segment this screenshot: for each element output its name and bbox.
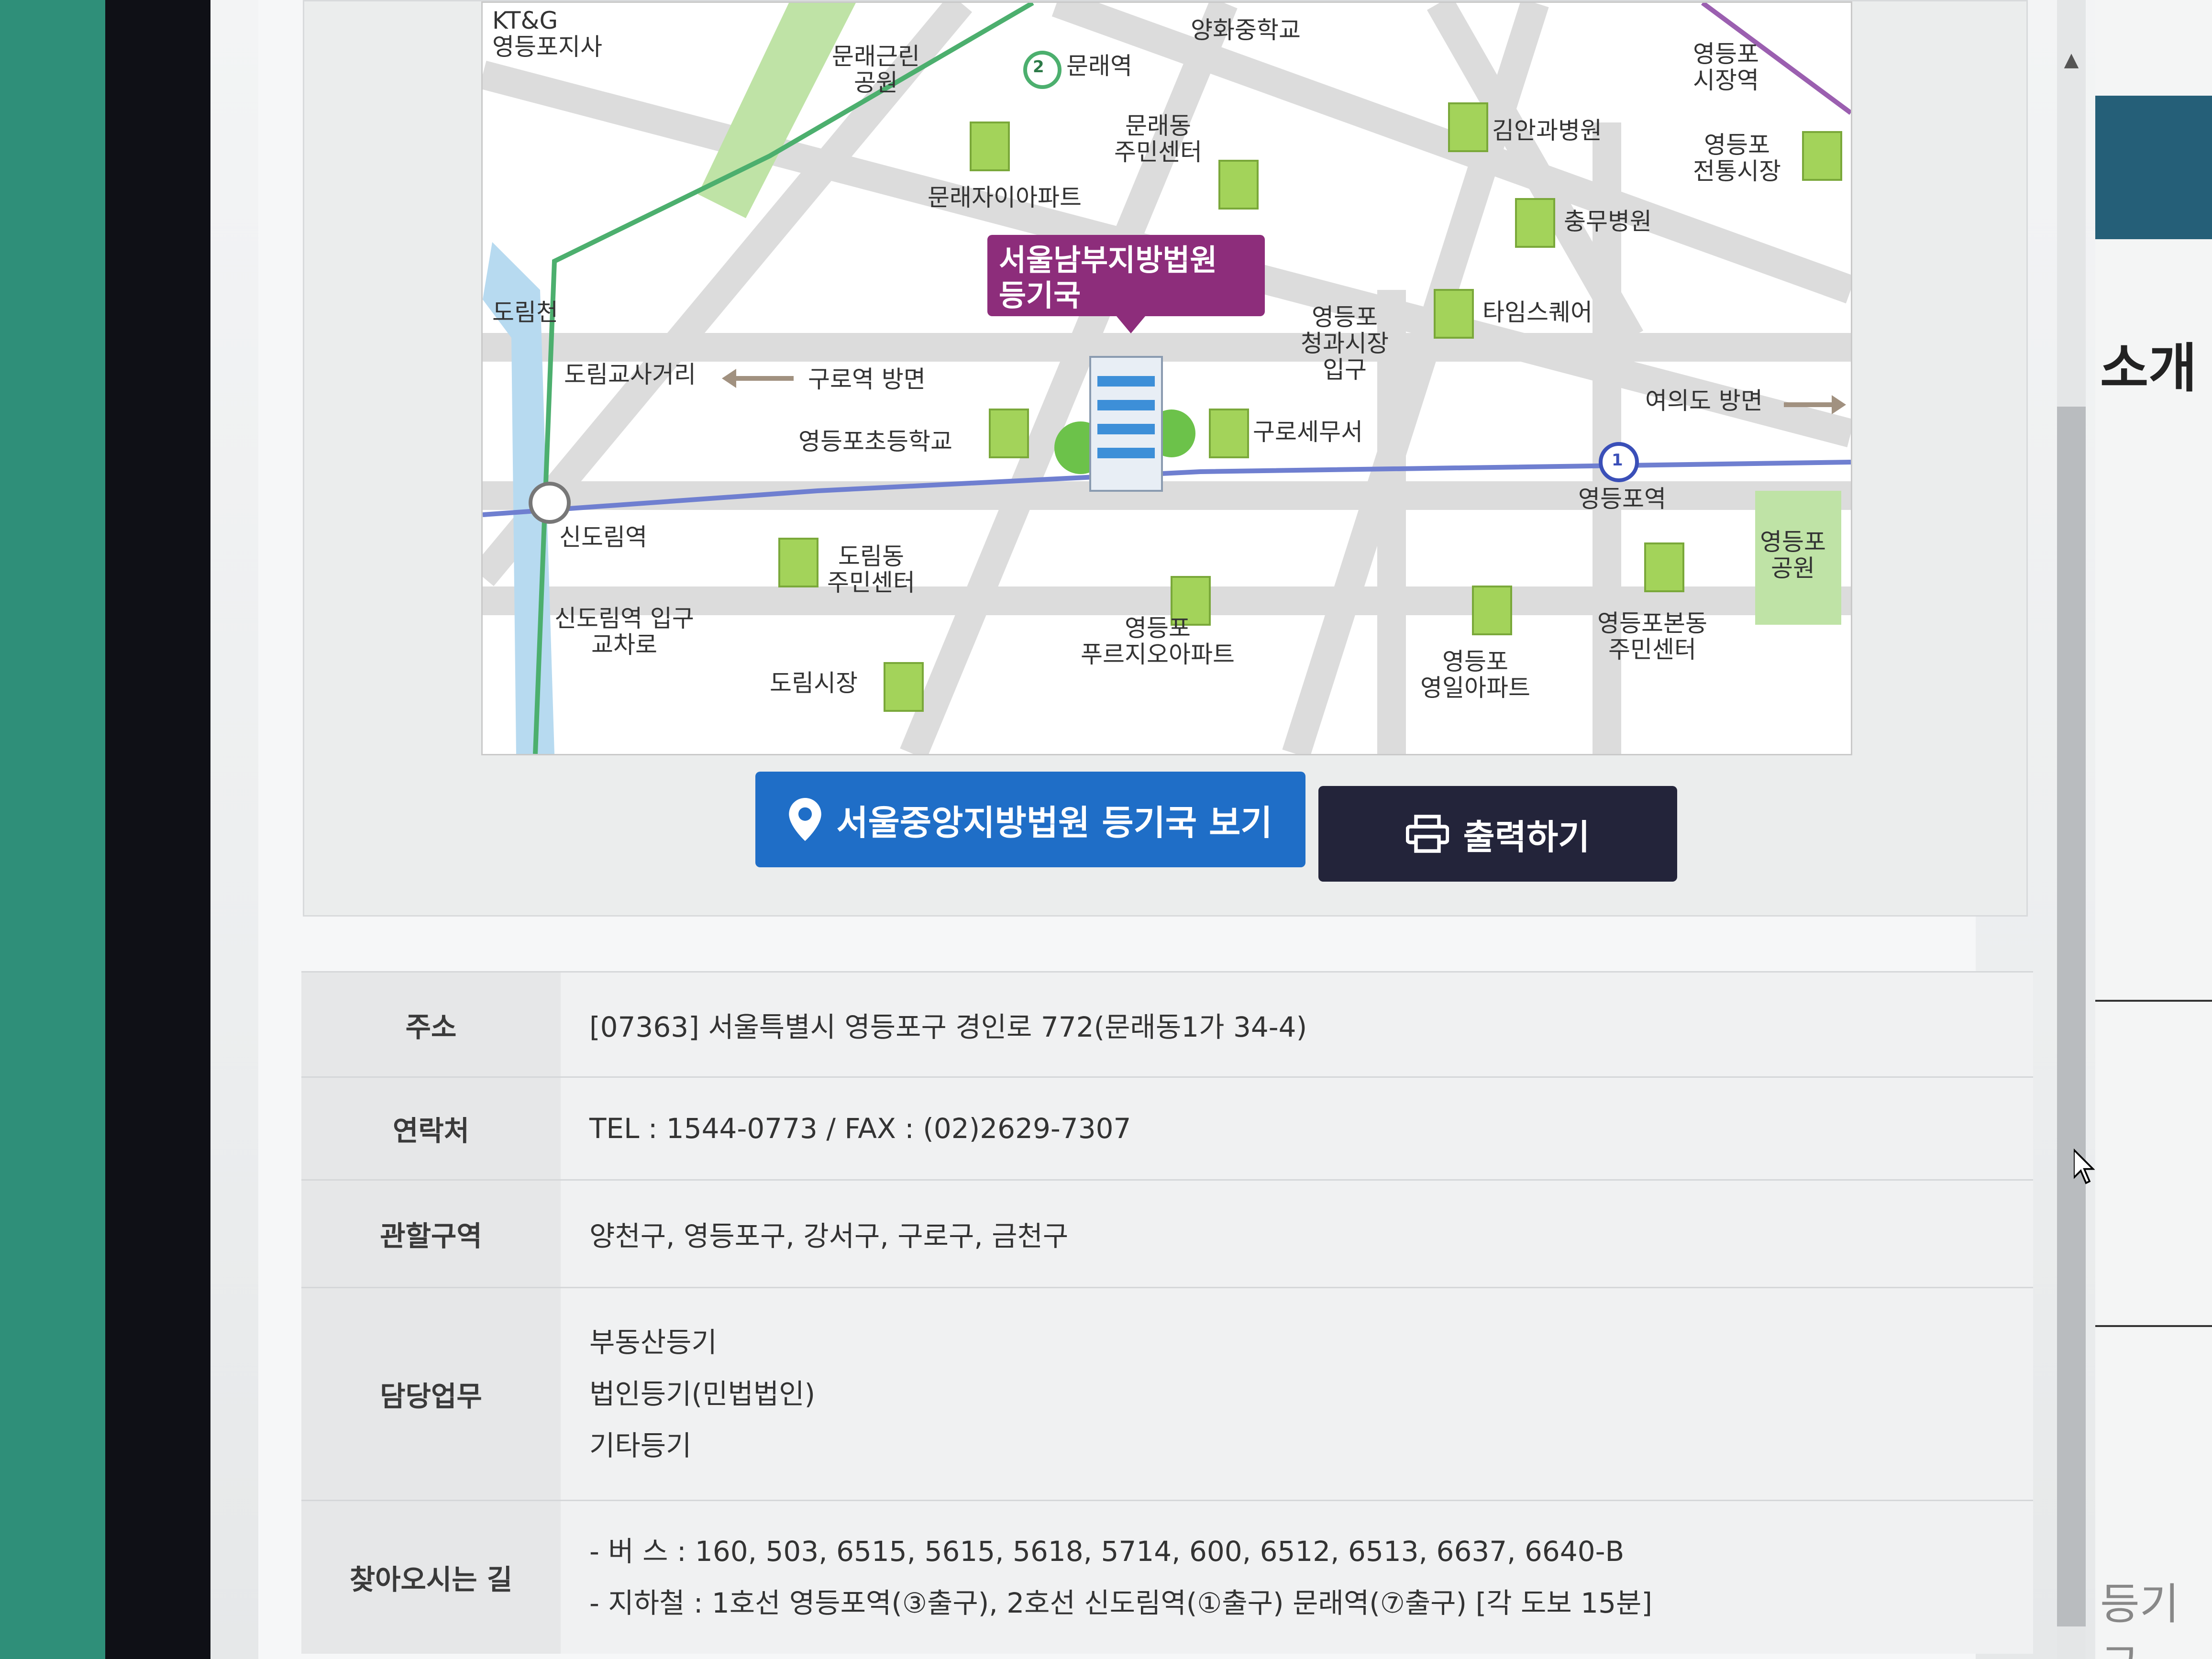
map-label-doriimcheon: 도림천 bbox=[492, 299, 558, 326]
address-label: 주소 bbox=[301, 971, 561, 1077]
divider bbox=[2095, 1325, 2212, 1327]
scrollbar-thumb[interactable] bbox=[2057, 407, 2086, 1626]
map-label-yeouido-direction: 여의도 방면 bbox=[1645, 387, 1763, 415]
registry-info-table: 주소 [07363] 서울특별시 영등포구 경인로 772(문래동1가 34-4… bbox=[301, 971, 2033, 1654]
map-label-prugio: 영등포 푸르지오아파트 bbox=[1081, 614, 1235, 668]
building-icon bbox=[778, 538, 818, 587]
map-label-yeongdeungpo-station: 영등포역 bbox=[1578, 485, 1666, 513]
map-label-school: 영등포초등학교 bbox=[798, 428, 952, 455]
contact-row: 연락처 TEL : 1544-0773 / FAX : (02)2629-730… bbox=[301, 1076, 2033, 1180]
map-label-dorim-center: 도림동 주민센터 bbox=[827, 542, 915, 597]
map-label-fruit-market: 영등포 청과시장 입구 bbox=[1301, 303, 1389, 384]
court-location-label: 서울남부지방법원 등기국 bbox=[987, 235, 1265, 333]
building-icon bbox=[970, 122, 1010, 171]
map-section: 서울남부지방법원 등기국 KT&G 영등포지사 문래근린 공원 2 문래역 양화… bbox=[303, 0, 2028, 917]
directions-row: 찾아오시는 길 - 버 스 : 160, 503, 6515, 5615, 56… bbox=[301, 1500, 2033, 1654]
map-label-mullae-station: 문래역 bbox=[1066, 52, 1132, 80]
building-icon bbox=[1802, 131, 1842, 181]
location-map: 서울남부지방법원 등기국 KT&G 영등포지사 문래근린 공원 2 문래역 양화… bbox=[481, 1, 1852, 755]
scroll-up-arrow-icon[interactable]: ▲ bbox=[2057, 45, 2086, 74]
page-scrollbar[interactable]: ▲ bbox=[2057, 0, 2086, 1659]
building-icon bbox=[884, 662, 924, 712]
duties-label: 담당업무 bbox=[301, 1287, 561, 1501]
duty-item: 기타등기 bbox=[589, 1429, 692, 1462]
map-label-guro-direction: 구로역 방면 bbox=[808, 365, 926, 393]
right-panel-title: 소개 bbox=[2100, 338, 2197, 399]
view-seoul-central-button[interactable]: 서울중앙지방법원 등기국 보기 bbox=[755, 772, 1305, 867]
map-label-market-station: 영등포 시장역 bbox=[1693, 40, 1759, 94]
line2-number: 2 bbox=[1033, 57, 1044, 77]
page-content: 서울남부지방법원 등기국 KT&G 영등포지사 문래근린 공원 2 문래역 양화… bbox=[258, 0, 2033, 1659]
directions-subway: - 지하철 : 1호선 영등포역(③출구), 2호선 신도림역(①출구) 문래역… bbox=[589, 1587, 1652, 1620]
map-label-dorim-market: 도림시장 bbox=[770, 669, 858, 697]
jurisdiction-value: 양천구, 영등포구, 강서구, 구로구, 금천구 bbox=[561, 1179, 2033, 1288]
printer-icon bbox=[1405, 815, 1449, 853]
map-label-yeongil-apt: 영등포 영일아파트 bbox=[1420, 648, 1530, 702]
sindorim-station-marker bbox=[529, 482, 571, 524]
contact-value: TEL : 1544-0773 / FAX : (02)2629-7307 bbox=[561, 1076, 2033, 1180]
right-side-panel: 소개 등기국 bbox=[2095, 0, 2212, 1659]
print-label: 출력하기 bbox=[1463, 817, 1590, 857]
jurisdiction-row: 관할구역 양천구, 영등포구, 강서구, 구로구, 금천구 bbox=[301, 1179, 2033, 1288]
park-area bbox=[698, 3, 856, 218]
directions-label: 찾아오시는 길 bbox=[301, 1500, 561, 1654]
address-row: 주소 [07363] 서울특별시 영등포구 경인로 772(문래동1가 34-4… bbox=[301, 971, 2033, 1077]
map-label-sindorim-entrance: 신도림역 입구 교차로 bbox=[554, 605, 694, 659]
building-icon bbox=[1644, 542, 1684, 592]
map-label-tax-office: 구로세무서 bbox=[1253, 418, 1363, 446]
contact-label: 연락처 bbox=[301, 1076, 561, 1180]
map-label-bonedong-center: 영등포본동 주민센터 bbox=[1597, 609, 1707, 664]
right-panel-header-bar bbox=[2095, 96, 2212, 239]
map-label-sindorim-station: 신도림역 bbox=[559, 523, 647, 551]
map-label-yanghwa-school: 양화중학교 bbox=[1191, 16, 1301, 44]
divider bbox=[2095, 1000, 2212, 1002]
print-button[interactable]: 출력하기 bbox=[1318, 786, 1677, 882]
building-icon bbox=[1209, 409, 1249, 458]
directions-bus: - 버 스 : 160, 503, 6515, 5615, 5618, 5714… bbox=[589, 1535, 1625, 1568]
duties-row: 담당업무 부동산등기 법인등기(민법법인) 기타등기 bbox=[301, 1287, 2033, 1501]
map-label-dorim-crossroad: 도림교사거리 bbox=[564, 361, 696, 388]
right-panel-footer: 등기국 bbox=[2100, 1579, 2179, 1659]
mouse-cursor-icon bbox=[2074, 1148, 2095, 1184]
duty-item: 법인등기(민법법인) bbox=[589, 1378, 816, 1410]
building-icon bbox=[1515, 198, 1555, 248]
location-pin-icon bbox=[789, 798, 822, 841]
view-seoul-central-label: 서울중앙지방법원 등기국 보기 bbox=[836, 802, 1272, 843]
building-icon bbox=[1448, 102, 1488, 152]
browser-screen: 서울남부지방법원 등기국 KT&G 영등포지사 문래근린 공원 2 문래역 양화… bbox=[210, 0, 2212, 1659]
map-label-mullae-apt: 문래자이아파트 bbox=[928, 184, 1082, 211]
directions-list: - 버 스 : 160, 503, 6515, 5615, 5618, 5714… bbox=[561, 1500, 2033, 1654]
jurisdiction-label: 관할구역 bbox=[301, 1179, 561, 1288]
map-label-times-square: 타임스퀘어 bbox=[1482, 299, 1593, 326]
duties-list: 부동산등기 법인등기(민법법인) 기타등기 bbox=[561, 1287, 2033, 1501]
map-label-kim-hospital: 김안과병원 bbox=[1492, 117, 1602, 144]
building-icon bbox=[1472, 586, 1512, 635]
map-label-chungmu-hospital: 충무병원 bbox=[1564, 208, 1652, 235]
building-icon bbox=[1434, 289, 1474, 339]
map-label-traditional-market: 영등포 전통시장 bbox=[1693, 131, 1781, 185]
map-label-mullae-center: 문래동 주민센터 bbox=[1114, 112, 1202, 166]
building-icon bbox=[1218, 160, 1259, 210]
line1-number: 1 bbox=[1612, 451, 1623, 470]
map-label-yeongdeungpo-park: 영등포 공원 bbox=[1760, 528, 1826, 582]
duty-item: 부동산등기 bbox=[589, 1326, 717, 1359]
address-value: [07363] 서울특별시 영등포구 경인로 772(문래동1가 34-4) bbox=[561, 971, 2033, 1077]
map-label-ktg: KT&G 영등포지사 bbox=[492, 7, 602, 61]
building-icon bbox=[989, 409, 1029, 458]
map-label-park: 문래근린 공원 bbox=[832, 43, 920, 97]
